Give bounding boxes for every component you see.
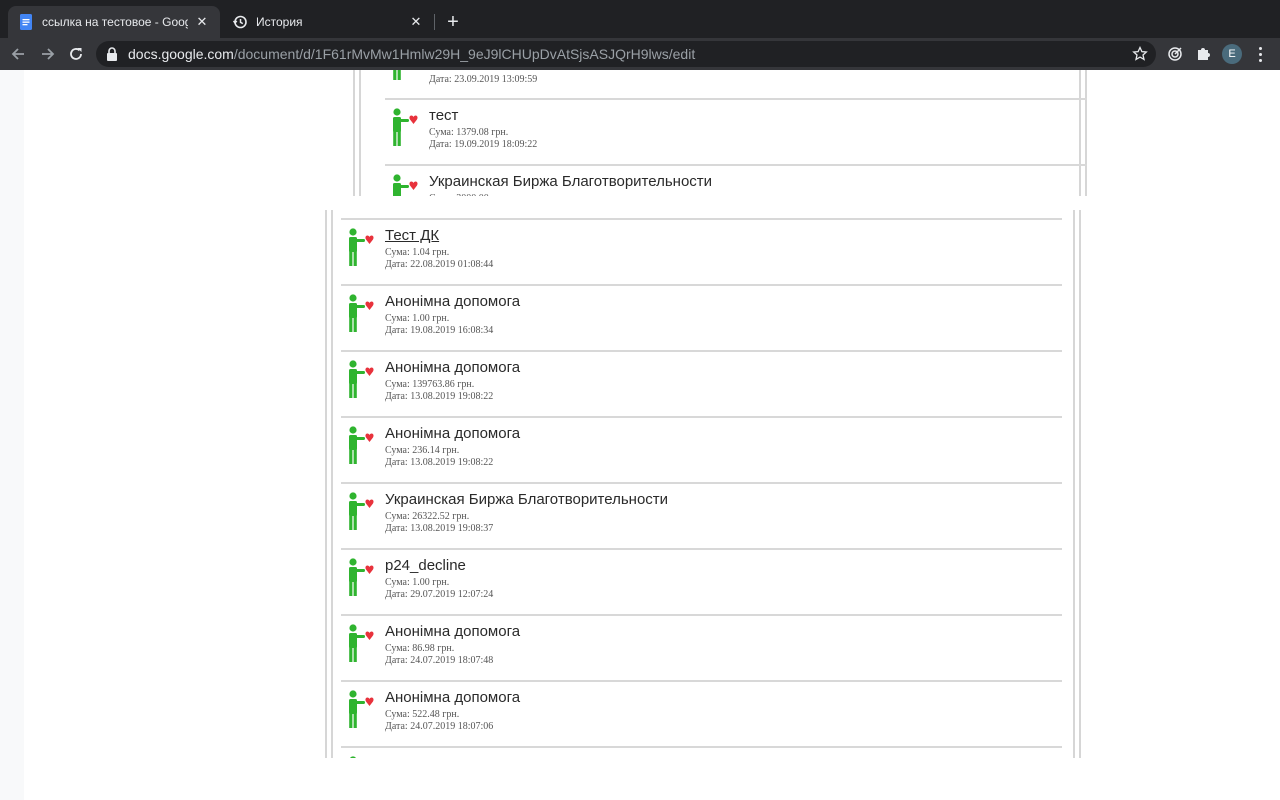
donor-name: Украинская Биржа Благотворительности xyxy=(429,173,713,190)
donor-name[interactable]: Тест ДК xyxy=(385,227,439,244)
donation-amount: Сума: 1.00 грн. xyxy=(385,313,450,324)
kebab-menu-icon[interactable] xyxy=(1252,44,1268,64)
donation-entry: Дата: 23.09.2019 13:09:59 xyxy=(385,70,1087,100)
donor-name: p24_decline xyxy=(385,557,466,574)
donor-figure-icon xyxy=(393,70,401,80)
document-area: Дата: 23.09.2019 13:09:59 тест Сума: 1379.… xyxy=(0,70,1280,800)
donation-entry: Анонімна допомога Сума: 1.00 грн. Дата: 19… xyxy=(341,286,1062,352)
donor-figure-icon xyxy=(349,426,374,464)
donation-amount: Сума: 86.98 грн. xyxy=(385,643,455,654)
donation-amount: Сума: 236.14 грн. xyxy=(385,445,460,456)
puzzle-icon[interactable] xyxy=(1193,44,1213,64)
tab-strip: ссылка на тестовое - Google Д ✕ История … xyxy=(0,0,1280,38)
donation-entry: Анонімна допомога Сума: 236.14 грн. Дата: … xyxy=(341,418,1062,484)
donation-entry: p24_decline Сума: 1.00 грн. Дата: 29.07.20… xyxy=(341,550,1062,616)
donation-date: Дата: 19.08.2019 16:08:34 xyxy=(385,325,494,336)
donation-entry: тест Сума: 1379.08 грн. Дата: 19.09.2019 1… xyxy=(385,100,1087,166)
donation-amount: Сума: 522.48 грн. xyxy=(385,709,460,720)
donation-date: Дата: 22.08.2019 01:08:44 xyxy=(385,259,494,270)
google-docs-icon xyxy=(20,14,32,30)
donor-name: Анонімна допомога xyxy=(385,425,521,442)
target-icon[interactable] xyxy=(1165,44,1185,64)
donor-name: Украинская Биржа Благотворительности xyxy=(385,491,669,508)
donation-entry: Украинская Биржа Благотворительности Сума… xyxy=(341,484,1062,550)
donor-name: Анонімна допомога xyxy=(385,623,521,640)
donation-entry: Анонімна допомога Сума: 522.48 грн. Дата: … xyxy=(341,682,1062,748)
donation-date: Дата: 24.07.2019 18:07:48 xyxy=(385,655,494,666)
donor-name: Анонімна допомога xyxy=(385,689,521,706)
donation-amount: Сума: 26322.52 грн. xyxy=(385,511,470,522)
back-arrow-icon[interactable] xyxy=(6,42,30,66)
embedded-screenshot-upper: Дата: 23.09.2019 13:09:59 тест Сума: 1379.… xyxy=(353,70,1087,196)
donor-figure-icon xyxy=(349,558,374,596)
forward-arrow-icon[interactable] xyxy=(36,42,60,66)
embedded-screenshot-lower: Тест ДК Сума: 1.04 грн. Дата: 22.08.2019 0… xyxy=(325,210,1081,758)
donor-name: Т xyxy=(385,755,394,758)
donation-date: Дата: 13.08.2019 19:08:22 xyxy=(385,391,494,402)
address-bar[interactable]: docs.google.com/document/d/1F61rMvMw1Hml… xyxy=(96,41,1156,67)
donor-figure-icon xyxy=(349,294,374,332)
donor-figure-icon xyxy=(393,108,418,146)
donor-name: Анонімна допомога xyxy=(385,293,521,310)
tab-separator xyxy=(434,14,435,30)
lock-icon xyxy=(107,47,117,61)
tab-google-doc[interactable]: ссылка на тестовое - Google Д ✕ xyxy=(8,6,220,38)
donation-amount: Сума: 1.04 грн. xyxy=(385,247,450,258)
donor-figure-icon xyxy=(349,690,374,728)
tab-title: ссылка на тестовое - Google Д xyxy=(42,15,188,29)
donor-name: Анонімна допомога xyxy=(385,359,521,376)
donation-amount: Сума: 139763.86 грн. xyxy=(385,379,475,390)
history-icon xyxy=(232,15,247,29)
donation-date: Дата: 19.09.2019 18:09:22 xyxy=(429,139,538,150)
close-icon[interactable]: ✕ xyxy=(408,14,424,30)
browser-toolbar: docs.google.com/document/d/1F61rMvMw1Hml… xyxy=(0,38,1280,70)
donation-entry: Украинская Биржа Благотворительности Сума… xyxy=(385,166,1087,196)
donor-figure-icon xyxy=(349,228,374,266)
donor-figure-icon xyxy=(350,756,356,758)
donation-date: Дата: 23.09.2019 13:09:59 xyxy=(429,74,538,85)
donation-entry: Тест ДК Сума: 1.04 грн. Дата: 22.08.2019 0… xyxy=(341,220,1062,286)
donor-figure-icon xyxy=(349,492,374,530)
donation-entry: Т xyxy=(341,748,1062,758)
tab-title: История xyxy=(256,15,303,29)
new-tab-button[interactable]: + xyxy=(441,10,465,34)
tab-history[interactable]: История ✕ xyxy=(222,6,434,38)
donor-figure-icon xyxy=(393,174,418,196)
donor-figure-icon xyxy=(349,360,374,398)
donation-entry: Анонімна допомога Сума: 139763.86 грн. Дат… xyxy=(341,352,1062,418)
donation-amount: Сума: 1.00 грн. xyxy=(385,577,450,588)
donation-date: Дата: 13.08.2019 19:08:37 xyxy=(385,523,494,534)
url-host: docs.google.com xyxy=(128,46,234,62)
donation-amount: Сума: 3000.00 грн. xyxy=(429,193,508,196)
donor-figure-icon xyxy=(349,624,374,662)
donation-date: Дата: 24.07.2019 18:07:06 xyxy=(385,721,494,732)
url-text: docs.google.com/document/d/1F61rMvMw1Hml… xyxy=(128,46,695,62)
close-icon[interactable]: ✕ xyxy=(194,14,210,30)
donation-amount: Сума: 1379.08 грн. xyxy=(429,127,509,138)
reload-icon[interactable] xyxy=(64,42,88,66)
url-path: /document/d/1F61rMvMw1Hmlw29H_9eJ9lCHUpD… xyxy=(233,46,696,62)
donor-name: тест xyxy=(429,107,459,124)
donation-entry: Анонімна допомога Сума: 86.98 грн. Дата: 2… xyxy=(341,616,1062,682)
profile-avatar[interactable]: E xyxy=(1222,44,1242,64)
donation-date: Дата: 13.08.2019 19:08:22 xyxy=(385,457,494,468)
document-page[interactable]: Дата: 23.09.2019 13:09:59 тест Сума: 1379.… xyxy=(24,70,1280,800)
star-icon[interactable] xyxy=(1132,46,1148,62)
donation-date: Дата: 29.07.2019 12:07:24 xyxy=(385,589,494,600)
